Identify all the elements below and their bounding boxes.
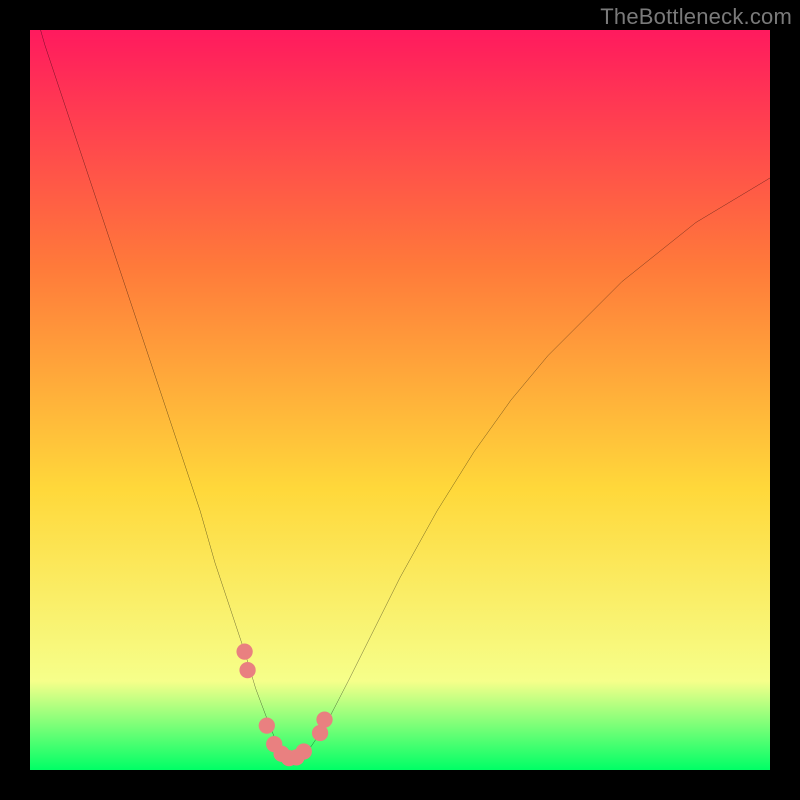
highlight-marker: [239, 662, 255, 678]
chart-svg: [30, 30, 770, 770]
watermark-text: TheBottleneck.com: [600, 4, 792, 30]
gradient-background: [30, 30, 770, 770]
highlight-marker: [259, 717, 275, 733]
highlight-marker: [236, 643, 252, 659]
chart-container: [30, 30, 770, 770]
highlight-marker: [316, 712, 332, 728]
highlight-marker: [296, 743, 312, 759]
